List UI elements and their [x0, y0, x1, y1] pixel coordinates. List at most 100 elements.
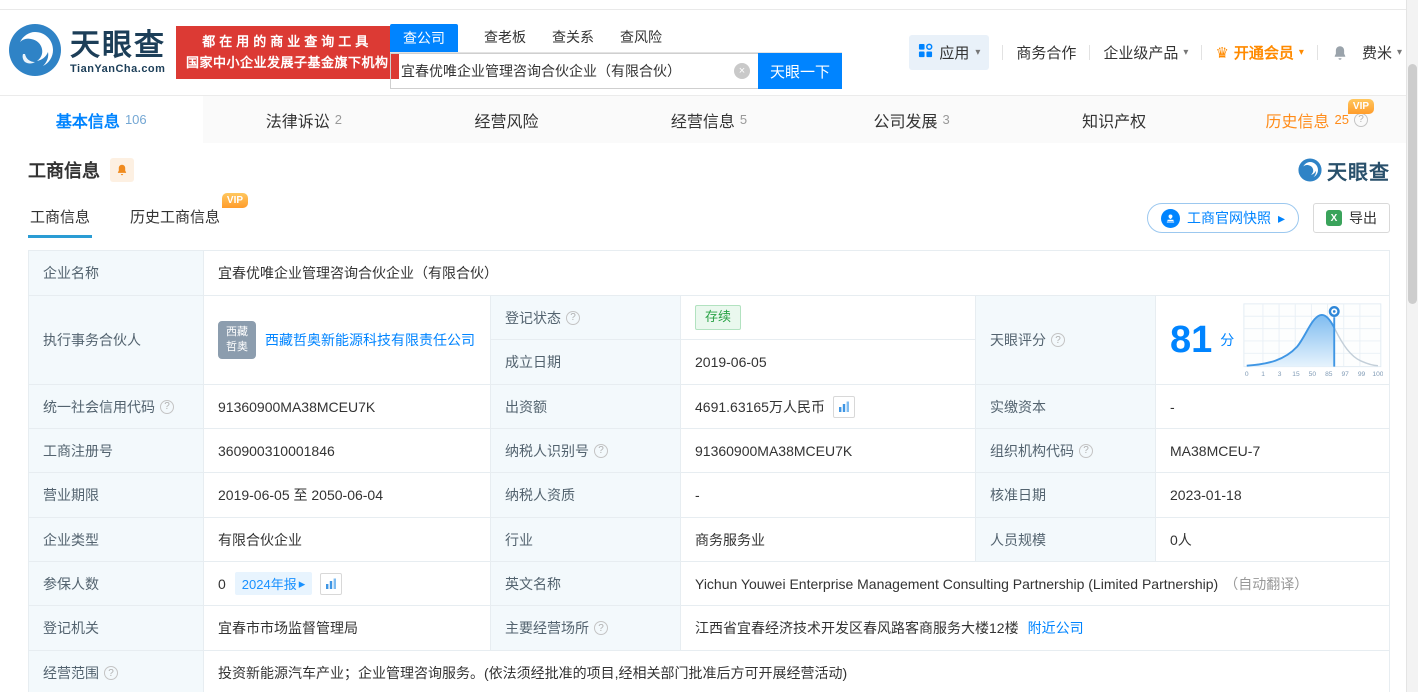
- value-tianyan-score[interactable]: 81 分 0 1 3 15 50 85 97 99 100: [1156, 296, 1390, 385]
- label-text: 核准日期: [990, 487, 1046, 503]
- help-icon[interactable]: ?: [1079, 443, 1093, 458]
- tab-history-info[interactable]: VIP 历史信息 25 ?: [1215, 96, 1418, 143]
- score-unit: 分: [1220, 332, 1235, 348]
- label-taxpayer-id: 纳税人识别号 ?: [491, 429, 681, 473]
- tab-label: 经营信息: [670, 113, 735, 131]
- partner-company-link[interactable]: 西藏哲奥新能源科技有限责任公司: [265, 330, 475, 351]
- export-button[interactable]: X 导出: [1313, 203, 1390, 233]
- arrow-right-icon: ▸: [1277, 209, 1285, 226]
- value-paid-capital: -: [1156, 385, 1390, 429]
- search-button[interactable]: 天眼一下: [758, 53, 842, 89]
- nav-divider: [1201, 45, 1203, 60]
- value-insured-count: 0 2024年报 ▸: [204, 562, 491, 606]
- code-text: MA38MCEU-7: [1170, 442, 1261, 459]
- value-org-code: MA38MCEU-7: [1156, 429, 1390, 473]
- excel-icon: X: [1326, 210, 1342, 226]
- label-text: 人员规模: [990, 531, 1046, 548]
- label-registration-authority: 登记机关: [29, 606, 204, 651]
- watermark-logo-text: 天眼查: [1327, 161, 1390, 184]
- help-icon[interactable]: ?: [566, 310, 580, 325]
- help-icon[interactable]: ?: [1354, 112, 1368, 127]
- subtab-history-business-info[interactable]: VIP 历史工商信息: [128, 193, 249, 238]
- search-tab-boss[interactable]: 查老板: [484, 27, 526, 52]
- authority-text: 宜春市市场监督管理局: [218, 620, 358, 636]
- value-taxpayer-qualification: -: [681, 473, 976, 518]
- tianyancha-swirl-icon: [8, 23, 62, 82]
- scrollbar-thumb[interactable]: [1408, 64, 1417, 304]
- search-row: × 天眼一下: [390, 53, 842, 89]
- tianyancha-logo[interactable]: 天眼查 TianYanCha.com: [8, 23, 166, 82]
- subscribe-bell-button[interactable]: [110, 158, 134, 182]
- user-menu[interactable]: 费米 ▾: [1362, 42, 1402, 63]
- help-icon[interactable]: ?: [160, 399, 174, 414]
- section-header: 工商信息 天眼查: [28, 156, 1390, 184]
- label-text: 企业类型: [43, 531, 99, 548]
- apps-menu[interactable]: 应用 ▾: [909, 35, 990, 70]
- page-scrollbar[interactable]: [1406, 0, 1418, 692]
- value-english-name: Yichun Youwei Enterprise Management Cons…: [681, 562, 1390, 606]
- tab-basic-info[interactable]: 基本信息 106: [0, 96, 203, 143]
- label-text: 纳税人资质: [505, 487, 575, 503]
- label-org-code: 组织机构代码 ?: [976, 429, 1156, 473]
- snapshot-label: 工商官网快照: [1186, 210, 1271, 226]
- svg-text:0: 0: [1245, 371, 1249, 378]
- tab-operating-info[interactable]: 经营信息 5: [608, 96, 811, 143]
- nav-cooperation[interactable]: 商务合作: [1016, 42, 1076, 63]
- score-distribution-chart: 0 1 3 15 50 85 97 99 100: [1243, 303, 1383, 378]
- notifications-bell-icon[interactable]: [1331, 44, 1349, 62]
- tab-operating-risk[interactable]: 经营风险: [405, 96, 608, 143]
- search-tab-relation[interactable]: 查关系: [552, 27, 594, 52]
- section-title: 工商信息: [28, 161, 100, 181]
- label-business-address: 主要经营场所 ?: [491, 606, 681, 651]
- site-header: 天眼查 TianYanCha.com 都在用的商业查询工具 国家中小企业发展子基…: [0, 10, 1418, 95]
- help-icon[interactable]: ?: [104, 666, 118, 680]
- help-icon[interactable]: ?: [1051, 333, 1065, 347]
- label-capital: 出资额: [491, 385, 681, 429]
- subtab-label: 历史工商信息: [130, 209, 221, 226]
- value-business-address: 江西省宜春经济技术开发区春风路客商服务大楼12楼 附近公司: [681, 606, 1390, 651]
- header-nav: 应用 ▾ 商务合作 企业级产品 ▾ ♛ 开通会员 ▾ 费米 ▾: [909, 35, 1418, 70]
- tab-intellectual-property[interactable]: 知识产权: [1013, 96, 1216, 143]
- nav-divider: [1316, 45, 1318, 60]
- open-vip-button[interactable]: ♛ 开通会员 ▾: [1215, 42, 1304, 63]
- label-text: 参保人数: [43, 575, 99, 592]
- value-business-term: 2019-06-05 至 2050-06-04: [204, 473, 491, 518]
- search-tab-risk[interactable]: 查风险: [620, 27, 662, 52]
- official-snapshot-button[interactable]: 工商官网快照 ▸: [1146, 203, 1299, 233]
- value-registration-status: 存续: [681, 296, 976, 340]
- label-executive-partner: 执行事务合伙人: [29, 296, 204, 385]
- label-text: 出资额: [505, 398, 547, 415]
- avatar-text: 西藏: [226, 326, 248, 339]
- subtab-row: 工商信息 VIP 历史工商信息 工商官网快照 ▸ X 导出: [28, 193, 1390, 238]
- annual-report-badge[interactable]: 2024年报 ▸: [234, 572, 313, 595]
- svg-text:85: 85: [1325, 371, 1333, 378]
- username: 费米: [1361, 45, 1392, 62]
- label-text: 企业名称: [43, 265, 99, 281]
- label-text: 英文名称: [505, 575, 561, 592]
- watermark-logo: 天眼查: [1298, 156, 1390, 185]
- help-icon[interactable]: ?: [594, 443, 608, 458]
- svg-text:3: 3: [1278, 371, 1282, 378]
- tab-legal-proceedings[interactable]: 法律诉讼 2: [203, 96, 406, 143]
- search-tab-company[interactable]: 查公司: [390, 24, 458, 52]
- label-company-type: 企业类型: [29, 518, 204, 562]
- help-icon[interactable]: ?: [594, 621, 608, 635]
- search-input[interactable]: [401, 63, 734, 79]
- label-text: 工商注册号: [43, 442, 113, 459]
- clear-search-icon[interactable]: ×: [734, 63, 750, 79]
- table-actions: 工商官网快照 ▸ X 导出: [1146, 203, 1390, 238]
- value-company-type: 有限合伙企业: [204, 518, 491, 562]
- address-text: 江西省宜春经济技术开发区春风路客商服务大楼12楼: [695, 620, 1019, 636]
- tab-company-development[interactable]: 公司发展 3: [810, 96, 1013, 143]
- value-staff-size: 0人: [1156, 518, 1390, 562]
- crown-icon: ♛: [1215, 44, 1229, 62]
- capital-trend-icon[interactable]: [832, 395, 855, 418]
- nav-enterprise-products[interactable]: 企业级产品 ▾: [1103, 42, 1188, 63]
- subtab-business-info[interactable]: 工商信息: [28, 206, 93, 238]
- partner-avatar[interactable]: 西藏 哲奥: [218, 321, 256, 359]
- label-tianyan-score: 天眼评分 ?: [976, 296, 1156, 385]
- tab-count: 5: [739, 112, 748, 127]
- nearby-companies-link[interactable]: 附近公司: [1028, 618, 1084, 638]
- insured-trend-icon[interactable]: [320, 572, 343, 595]
- chevron-down-icon: ▾: [1396, 47, 1402, 58]
